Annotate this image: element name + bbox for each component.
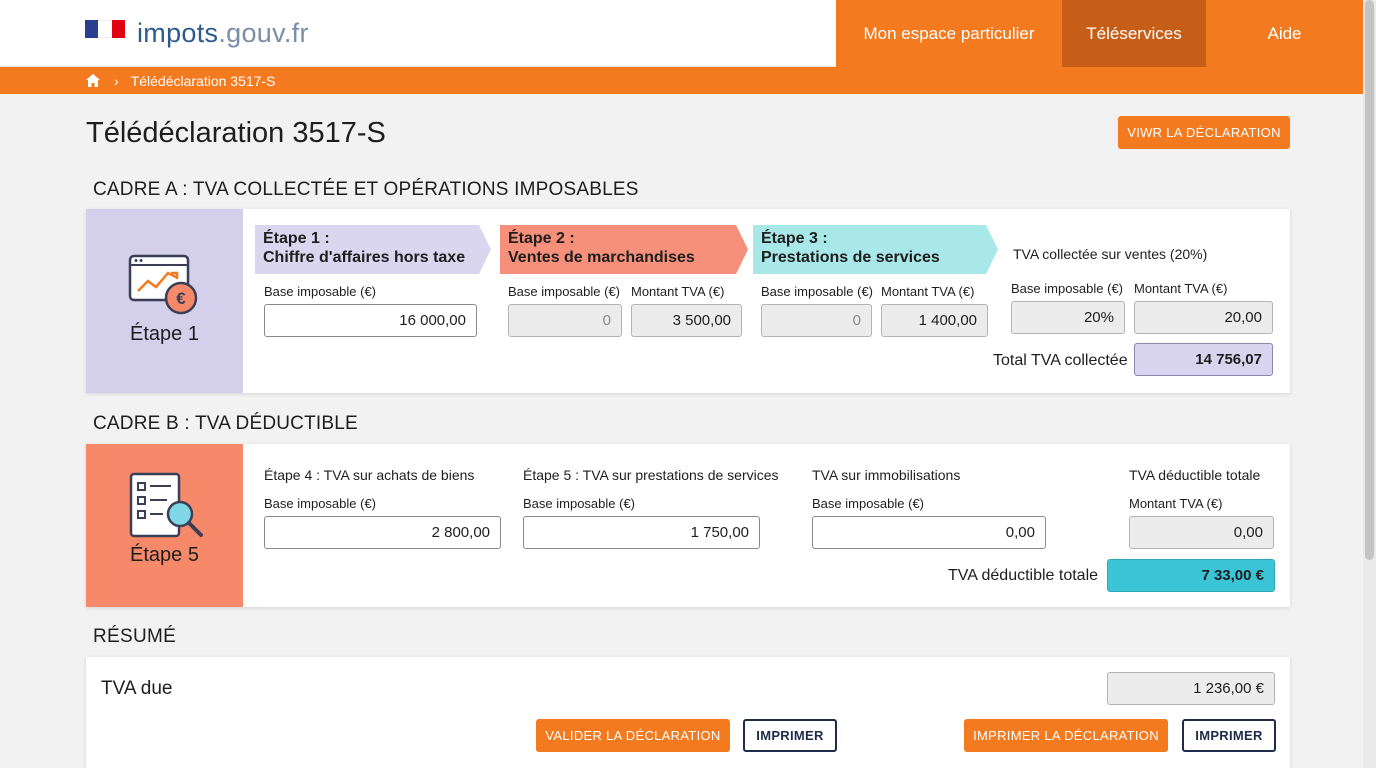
logo-ext: .gouv.fr xyxy=(218,18,309,48)
step1-banner: Étape 1 : Chiffre d'affaires hors taxe xyxy=(255,225,481,273)
resume-card: TVA due 1 236,00 € VALIDER LA DÉCLARATIO… xyxy=(86,657,1290,768)
step1-base-input[interactable]: 16 000,00 xyxy=(264,304,477,337)
step5-base-label: Base imposable (€) xyxy=(523,496,635,511)
cadre-b-title: CADRE B : TVA DÉDUCTIBLE xyxy=(93,413,358,434)
step2-base-input[interactable]: 0 xyxy=(508,304,622,337)
step2-title-line2: Ventes de marchandises xyxy=(508,249,695,266)
main-nav: Mon espace particulier Téléservices Aide xyxy=(836,0,1363,67)
page-scrollbar[interactable] xyxy=(1363,0,1376,768)
deductible-tva-label: Montant TVA (€) xyxy=(1129,496,1223,511)
home-icon[interactable] xyxy=(86,74,100,87)
logo-name: impots xyxy=(137,18,219,48)
sales-base-label: Base imposable (€) xyxy=(1011,281,1123,296)
cadre-b-step-label: Étape 5 xyxy=(130,544,199,566)
sales-tva-title: TVA collectée sur ventes (20%) xyxy=(1013,246,1208,262)
total-tva-collectee-value: 14 756,07 xyxy=(1134,343,1273,376)
immo-title: TVA sur immobilisations xyxy=(812,467,961,483)
step2-tva-input[interactable]: 3 500,00 xyxy=(631,304,742,337)
deductible-title: TVA déductible totale xyxy=(1129,467,1261,483)
step2-tva-label: Montant TVA (€) xyxy=(631,284,725,299)
page-title: Télédéclaration 3517-S xyxy=(86,117,386,149)
revenue-chart-euro-icon: € xyxy=(128,254,197,315)
step5-base-input[interactable]: 1 750,00 xyxy=(523,516,760,549)
print-declaration-button[interactable]: IMPRIMER LA DÉCLARATION xyxy=(964,719,1168,752)
site-logo[interactable]: impots.gouv.fr xyxy=(85,18,309,49)
checklist-magnifier-icon xyxy=(129,472,203,538)
total-deductible-value: 7 33,00 € xyxy=(1107,559,1275,592)
validate-declaration-button[interactable]: VALIDER LA DÉCLARATION xyxy=(536,719,730,752)
immo-base-input[interactable]: 0,00 xyxy=(812,516,1046,549)
step1-title-line2: Chiffre d'affaires hors taxe xyxy=(263,249,466,266)
step4-base-label: Base imposable (€) xyxy=(264,496,376,511)
cadre-a-card: € Étape 1 Étape 1 : Chiffre d'affaires h… xyxy=(86,209,1290,393)
print-button[interactable]: IMPRIMER xyxy=(743,719,837,752)
step3-tva-label: Montant TVA (€) xyxy=(881,284,975,299)
step5-title: Étape 5 : TVA sur prestations de service… xyxy=(523,467,779,483)
breadcrumb-current[interactable]: Télédéclaration 3517-S xyxy=(131,73,276,89)
nav-aide[interactable]: Aide xyxy=(1206,0,1363,67)
scrollbar-thumb[interactable] xyxy=(1365,0,1374,560)
step3-tva-input[interactable]: 1 400,00 xyxy=(881,304,988,337)
top-header: impots.gouv.fr Mon espace particulier Té… xyxy=(0,0,1363,67)
step2-banner: Étape 2 : Ventes de marchandises xyxy=(500,225,738,273)
step2-title-line1: Étape 2 : xyxy=(508,230,575,247)
cadre-b-card: Étape 5 Étape 4 : TVA sur achats de bien… xyxy=(86,444,1290,607)
step3-base-label: Base imposable (€) xyxy=(761,284,873,299)
step3-title-line2: Prestations de services xyxy=(761,249,940,266)
step4-base-input[interactable]: 2 800,00 xyxy=(264,516,501,549)
breadcrumb-separator: › xyxy=(114,72,119,89)
immo-base-label: Base imposable (€) xyxy=(812,496,924,511)
step1-base-label: Base imposable (€) xyxy=(264,284,376,299)
logo-text: impots.gouv.fr xyxy=(137,18,309,49)
step3-base-input[interactable]: 0 xyxy=(761,304,872,337)
cadre-b-side-panel: Étape 5 xyxy=(86,444,243,607)
step2-base-label: Base imposable (€) xyxy=(508,284,620,299)
view-declaration-button[interactable]: VIWR LA DÉCLARATION xyxy=(1118,116,1290,149)
total-deductible-label: TVA déductible totale xyxy=(948,567,1099,584)
deductible-tva-input[interactable]: 0,00 xyxy=(1129,516,1274,549)
step4-title: Étape 4 : TVA sur achats de biens xyxy=(264,467,475,483)
tva-due-value: 1 236,00 € xyxy=(1107,672,1275,705)
nav-teleservices[interactable]: Téléservices xyxy=(1062,0,1206,67)
total-tva-collectee-label: Total TVA collectée xyxy=(993,352,1128,369)
french-flag-icon xyxy=(85,19,125,48)
sales-rate-input[interactable]: 20% xyxy=(1011,301,1125,334)
cadre-a-title: CADRE A : TVA COLLECTÉE ET OPÉRATIONS IM… xyxy=(93,179,639,200)
print-button-2[interactable]: IMPRIMER xyxy=(1182,719,1276,752)
tva-due-label: TVA due xyxy=(101,678,173,699)
sales-tva-input[interactable]: 20,00 xyxy=(1134,301,1273,334)
breadcrumb: › Télédéclaration 3517-S xyxy=(0,67,1363,94)
cadre-a-side-panel: € Étape 1 xyxy=(86,209,243,393)
cadre-a-step-label: Étape 1 xyxy=(130,323,199,345)
sales-tva-label: Montant TVA (€) xyxy=(1134,281,1228,296)
step3-title-line1: Étape 3 : xyxy=(761,230,828,247)
resume-title: RÉSUMÉ xyxy=(93,626,177,647)
svg-text:€: € xyxy=(176,289,186,308)
step1-title-line1: Étape 1 : xyxy=(263,230,330,247)
step3-banner: Étape 3 : Prestations de services xyxy=(753,225,989,273)
nav-mon-espace[interactable]: Mon espace particulier xyxy=(836,0,1062,67)
